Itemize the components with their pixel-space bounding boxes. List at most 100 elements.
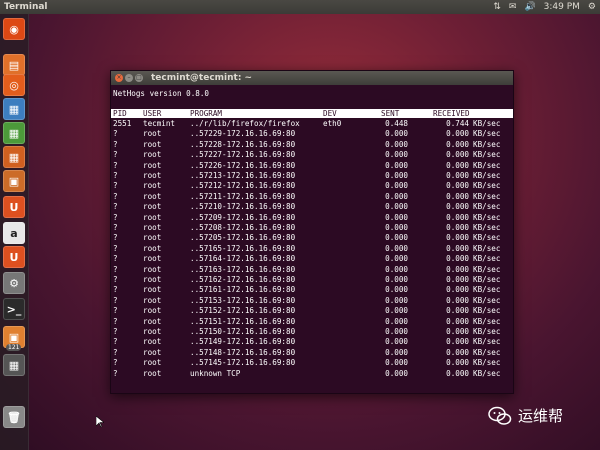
cell-user: root xyxy=(143,150,162,160)
cell-program: ..57227-172.16.16.69:80 xyxy=(190,150,296,160)
close-icon[interactable]: × xyxy=(115,74,123,82)
cell-pid: ? xyxy=(113,202,118,212)
table-row: ? root ..57150-172.16.16.69:80 0.000 0.000 KB… xyxy=(111,327,513,336)
terminal-icon[interactable]: >_ xyxy=(3,298,25,320)
active-app-title: Terminal xyxy=(4,2,48,12)
cell-pid: ? xyxy=(113,306,118,316)
impress-icon[interactable]: ▦ xyxy=(3,146,25,168)
cell-program: ..57209-172.16.16.69:80 xyxy=(190,212,296,222)
cell-user: root xyxy=(143,223,162,232)
cell-received: 0.000 xyxy=(446,202,469,212)
files-icon[interactable]: ▤ xyxy=(3,54,25,76)
table-row: ? root unknown TCP 0.000 0.000 KB/sec xyxy=(111,369,513,378)
header-pid: PID xyxy=(113,109,127,118)
cell-unit: KB/sec xyxy=(473,254,501,264)
trash-icon[interactable]: 🗑 xyxy=(3,406,25,428)
cell-received: 0.000 xyxy=(446,129,469,139)
cell-pid: ? xyxy=(113,327,118,336)
cell-program: ..57208-172.16.16.69:80 xyxy=(190,223,296,232)
writer-icon[interactable]: ▦ xyxy=(3,98,25,120)
amazon-icon[interactable]: a xyxy=(3,222,25,244)
cell-received: 0.000 xyxy=(446,316,469,326)
system-settings-icon[interactable]: ⚙ xyxy=(3,272,25,294)
cell-sent: 0.000 xyxy=(385,254,408,264)
cell-sent: 0.000 xyxy=(385,223,408,232)
cell-sent: 0.000 xyxy=(385,358,408,368)
cell-user: root xyxy=(143,295,162,305)
cell-sent: 0.000 xyxy=(385,139,408,149)
table-header: PID USER PROGRAM DEV SENT RECEIVED xyxy=(111,109,513,118)
cell-unit: KB/sec xyxy=(473,202,501,212)
dash-home-icon[interactable]: ◉ xyxy=(3,18,25,40)
cell-pid: ? xyxy=(113,191,118,201)
cell-unit: KB/sec xyxy=(473,368,501,378)
cell-sent: 0.000 xyxy=(385,337,408,347)
cell-received: 0.000 xyxy=(446,150,469,160)
terminal-console[interactable]: NetHogs version 0.8.0 PID USER PROGRAM D… xyxy=(111,85,513,393)
cell-unit: KB/sec xyxy=(473,347,501,357)
cell-unit: KB/sec xyxy=(473,285,501,295)
cell-unit: KB/sec xyxy=(473,295,501,305)
cell-pid: 2551 xyxy=(113,119,132,128)
cell-user: root xyxy=(143,212,162,222)
ubuntu-one-music-icon[interactable]: U xyxy=(3,246,25,268)
cell-unit: KB/sec xyxy=(473,275,501,284)
cell-unit: KB/sec xyxy=(473,337,501,347)
network-icon[interactable]: ⇅ xyxy=(493,0,501,14)
table-row: ? root ..57229-172.16.16.69:80 0.000 0.000 KB… xyxy=(111,129,513,138)
cell-unit: KB/sec xyxy=(473,119,501,128)
minimize-icon[interactable]: – xyxy=(125,74,133,82)
cell-program: ..57229-172.16.16.69:80 xyxy=(190,129,296,139)
power-gear-icon[interactable]: ⚙ xyxy=(588,0,596,14)
table-row: ? root ..57162-172.16.16.69:80 0.000 0.000 KB… xyxy=(111,275,513,284)
cell-program: ..57148-172.16.16.69:80 xyxy=(190,347,296,357)
indicator-tray: ⇅ ✉ 🔊 3:49 PM ⚙ xyxy=(493,0,596,14)
cell-sent: 0.000 xyxy=(385,181,408,191)
table-row: ? root ..57165-172.16.16.69:80 0.000 0.000 KB… xyxy=(111,244,513,253)
cell-program: ..57153-172.16.16.69:80 xyxy=(190,295,296,305)
cell-user: root xyxy=(143,316,162,326)
cell-pid: ? xyxy=(113,358,118,368)
cell-pid: ? xyxy=(113,368,118,378)
cell-sent: 0.000 xyxy=(385,316,408,326)
header-sent: SENT xyxy=(381,109,400,118)
cell-program: ..57213-172.16.16.69:80 xyxy=(190,171,296,180)
table-row: ? root ..57161-172.16.16.69:80 0.000 0.000 KB… xyxy=(111,285,513,294)
cell-user: root xyxy=(143,368,162,378)
cell-pid: ? xyxy=(113,223,118,232)
ubuntu-one-icon[interactable]: U xyxy=(3,196,25,218)
firefox-icon[interactable]: ◎ xyxy=(3,74,25,96)
version-line: NetHogs version 0.8.0 xyxy=(113,89,210,98)
cell-pid: ? xyxy=(113,233,118,243)
table-row: ? root ..57226-172.16.16.69:80 0.000 0.000 KB… xyxy=(111,161,513,170)
workspaces-icon[interactable]: ▦ xyxy=(3,354,25,376)
cell-program: ..57228-172.16.16.69:80 xyxy=(190,139,296,149)
cell-sent: 0.000 xyxy=(385,243,408,253)
cell-received: 0.000 xyxy=(446,327,469,336)
cell-received: 0.000 xyxy=(446,285,469,295)
maximize-icon[interactable]: □ xyxy=(135,74,143,82)
table-row: ? root ..57228-172.16.16.69:80 0.000 0.000 KB… xyxy=(111,140,513,149)
volume-icon[interactable]: 🔊 xyxy=(524,0,535,14)
clock[interactable]: 3:49 PM xyxy=(544,0,580,14)
table-row: ? root ..57153-172.16.16.69:80 0.000 0.000 KB… xyxy=(111,296,513,305)
cell-sent: 0.000 xyxy=(385,327,408,336)
table-row: ? root ..57145-172.16.16.69:80 0.000 0.000 KB… xyxy=(111,358,513,367)
cell-program: ..57149-172.16.16.69:80 xyxy=(190,337,296,347)
software-center-icon[interactable]: ▣ xyxy=(3,170,25,192)
mail-icon[interactable]: ✉ xyxy=(509,0,517,14)
cell-received: 0.000 xyxy=(446,181,469,191)
cell-unit: KB/sec xyxy=(473,129,501,139)
cell-program: ..57211-172.16.16.69:80 xyxy=(190,191,296,201)
cell-pid: ? xyxy=(113,139,118,149)
calc-icon[interactable]: ▦ xyxy=(3,122,25,144)
window-titlebar[interactable]: × – □ tecmint@tecmint: ~ xyxy=(111,71,513,85)
cell-unit: KB/sec xyxy=(473,160,501,170)
cell-program: ..57161-172.16.16.69:80 xyxy=(190,285,296,295)
cell-unit: KB/sec xyxy=(473,243,501,253)
terminal-window[interactable]: × – □ tecmint@tecmint: ~ NetHogs version… xyxy=(110,70,514,394)
cell-received: 0.000 xyxy=(446,191,469,201)
cell-pid: ? xyxy=(113,337,118,347)
table-row: ? root ..57151-172.16.16.69:80 0.000 0.000 KB… xyxy=(111,317,513,326)
header-dev: DEV xyxy=(323,109,337,118)
